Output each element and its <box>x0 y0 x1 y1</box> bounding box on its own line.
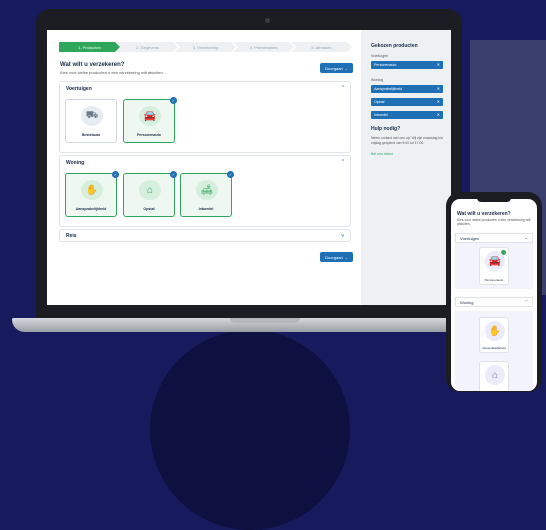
webcam <box>265 18 270 23</box>
hand-icon: ✋ <box>81 180 103 200</box>
phone-section-woning[interactable]: Woning ⌃ <box>455 297 533 307</box>
section-woning: Woning ^ ✓ ✋ Aansprakelijkheid ✓ ⌂ Opsta… <box>59 155 351 227</box>
phone-subtitle: Kies voor welke producten u een verzeker… <box>457 218 531 226</box>
laptop-notch <box>230 318 300 323</box>
van-icon: ⛟ <box>81 106 103 126</box>
selected-item-personenauto: Personenauto ✕ <box>371 61 443 69</box>
background-circle <box>150 330 350 530</box>
card-label: Aansprakelijkheid <box>482 346 506 350</box>
phone-title: Wat wilt u verzekeren? <box>457 211 511 217</box>
hand-icon: ✋ <box>485 321 505 341</box>
phone-card-personenauto[interactable]: 🚘 Personenauto <box>479 247 509 285</box>
section-voertuigen: Voertuigen ^ ⛟ Bestelauto ✓ 🚘 Personenau… <box>59 81 351 153</box>
help-text: Neem contact met ons op. Wij zijn maanda… <box>371 136 443 145</box>
house-icon: ⌂ <box>485 365 505 385</box>
section-title: Voertuigen <box>66 86 92 92</box>
help-link[interactable]: Bel ons direct <box>371 152 393 156</box>
page-title: Wat wilt u verzekeren? <box>60 62 125 68</box>
section-label: Voertuigen <box>460 235 480 241</box>
house-icon: ⌂ <box>139 180 161 200</box>
check-icon: ✓ <box>112 171 119 178</box>
step-verzekering[interactable]: 3. Verzekering <box>175 42 236 52</box>
card-label: Aansprakelijkheid <box>75 207 107 211</box>
card-label: Inboedel <box>198 207 214 211</box>
chevron-down-icon[interactable]: v <box>342 233 345 239</box>
pill-label: Personenauto <box>374 63 397 67</box>
chevron-up-icon: ⌃ <box>524 299 528 304</box>
phone-screen: Wat wilt u verzekeren? Kies voor welke p… <box>451 199 537 391</box>
section-title: Woning <box>66 160 85 166</box>
step-afronden[interactable]: 5. Afronden <box>291 42 352 52</box>
card-personenauto[interactable]: ✓ 🚘 Personenauto <box>123 97 177 143</box>
card-aansprakelijkheid[interactable]: ✓ ✋ Aansprakelijkheid <box>65 171 119 217</box>
remove-icon[interactable]: ✕ <box>437 62 440 67</box>
section-reis[interactable]: Reis v <box>59 229 351 242</box>
check-icon: ✓ <box>170 171 177 178</box>
pill-label: Aansprakelijkheid <box>374 87 403 91</box>
car-icon: 🚘 <box>485 251 505 271</box>
check-icon: ✓ <box>170 97 177 104</box>
chevron-up-icon[interactable]: ^ <box>342 85 344 91</box>
selected-item-aansprakelijkheid: Aansprakelijkheid ✕ <box>371 85 443 93</box>
card-inboedel[interactable]: ✓ 🛋 Inboedel <box>180 171 234 217</box>
section-label: Woning <box>460 299 474 305</box>
step-gegevens[interactable]: 2. Gegevens <box>117 42 178 52</box>
pill-label: Inboedel <box>374 113 388 117</box>
main-panel: 1. Producten 2. Gegevens 3. Verzekering … <box>47 30 361 305</box>
help-title: Hulp nodig? <box>371 126 401 132</box>
chevron-down-icon: ⌄ <box>524 235 528 240</box>
car-icon: 🚘 <box>139 106 161 126</box>
chevron-up-icon[interactable]: ^ <box>342 159 344 165</box>
remove-icon[interactable]: ✕ <box>437 99 440 104</box>
card-bestelauto[interactable]: ⛟ Bestelauto <box>65 99 117 143</box>
pill-label: Opstal <box>374 100 385 104</box>
sidebar-title: Gekozen producten <box>371 43 418 49</box>
card-opstal[interactable]: ✓ ⌂ Opstal <box>123 171 177 217</box>
laptop-screen: 1. Producten 2. Gegevens 3. Verzekering … <box>47 30 451 305</box>
section-title: Reis <box>66 233 77 239</box>
phone-section-voertuigen[interactable]: Voertuigen ⌄ <box>455 233 533 243</box>
step-premieopties[interactable]: 4. Premieopties <box>233 42 294 52</box>
card-label: Opstal <box>143 207 155 211</box>
step-producten[interactable]: 1. Producten <box>59 42 120 52</box>
progress-steps: 1. Producten 2. Gegevens 3. Verzekering … <box>59 42 352 52</box>
card-label: Bestelauto <box>81 133 101 137</box>
phone-card-aansprakelijkheid[interactable]: ✋ Aansprakelijkheid <box>479 317 509 353</box>
next-button-top[interactable]: Doorgaan → <box>320 63 353 73</box>
next-button-bottom[interactable]: Doorgaan → <box>320 252 353 262</box>
selected-item-inboedel: Inboedel ✕ <box>371 111 443 119</box>
remove-icon[interactable]: ✕ <box>437 112 440 117</box>
selected-products-sidebar: Gekozen producten Voertuigen Personenaut… <box>361 30 451 305</box>
remove-icon[interactable]: ✕ <box>437 86 440 91</box>
phone-notch <box>477 197 511 202</box>
check-icon: ✓ <box>227 171 234 178</box>
sofa-icon: 🛋 <box>196 180 218 200</box>
card-label: Personenauto <box>484 278 504 282</box>
card-label: Personenauto <box>137 133 161 137</box>
page-subtitle: Kies voor welke producten u een verzeker… <box>60 70 164 75</box>
selected-item-opstal: Opstal ✕ <box>371 98 443 106</box>
sidebar-label-vehicles: Voertuigen <box>371 54 389 58</box>
phone-card-opstal[interactable]: ⌂ <box>479 361 509 391</box>
sidebar-label-home: Woning <box>371 78 384 82</box>
